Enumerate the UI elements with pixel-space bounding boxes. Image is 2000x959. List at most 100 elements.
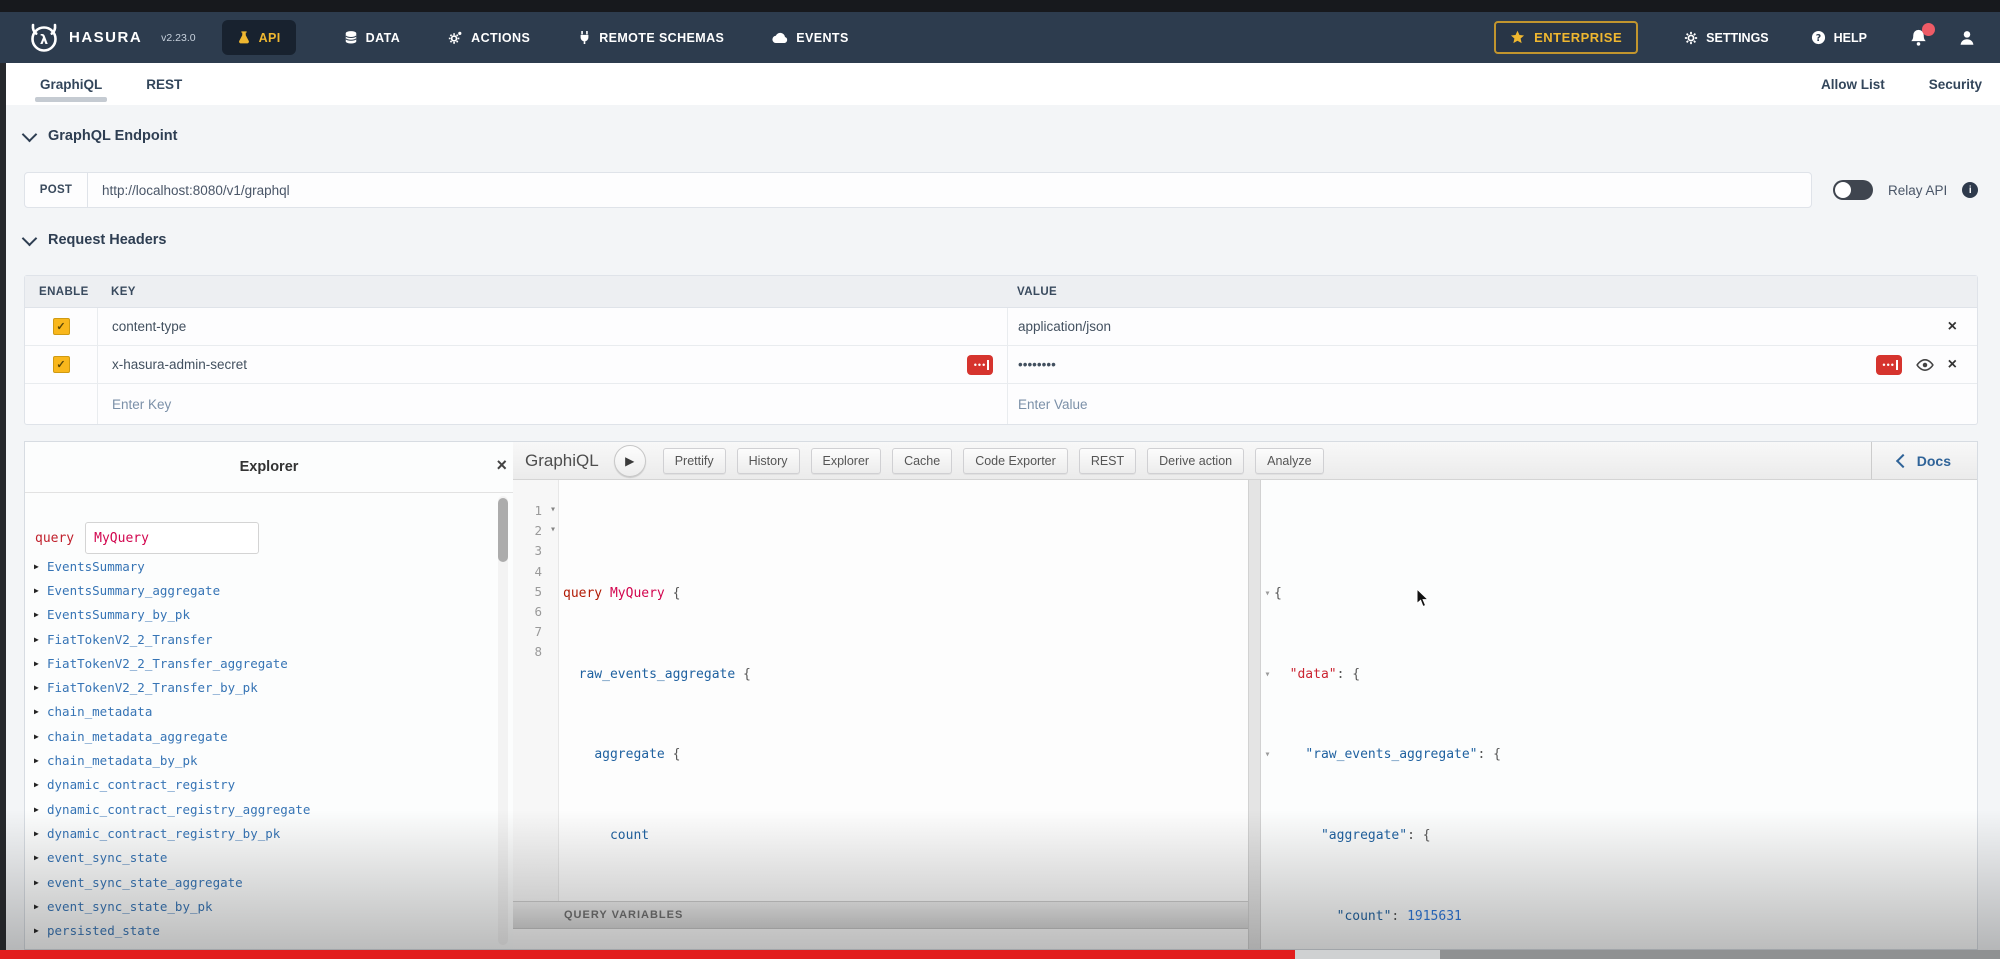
key-cell[interactable]: content-type	[97, 308, 1007, 345]
triangle-right-icon[interactable]: ▶	[34, 610, 42, 619]
api-tabbar: GraphiQL REST Allow List Security	[0, 63, 2000, 105]
remove-header-icon[interactable]: ×	[1948, 319, 1957, 335]
chevron-down-icon[interactable]	[22, 126, 38, 142]
settings-button[interactable]: SETTINGS	[1684, 31, 1769, 45]
info-icon[interactable]: i	[1962, 182, 1978, 198]
triangle-right-icon[interactable]: ▶	[34, 853, 42, 862]
nav-item-api[interactable]: API	[222, 20, 296, 55]
explorer-field-item[interactable]: ▶ event_sync_state_by_pk	[34, 894, 487, 918]
tab-allow-list[interactable]: Allow List	[1821, 64, 1885, 105]
graphiql-panel: Explorer × query ▶ EventsSummary ▶ Event…	[24, 441, 1978, 950]
triangle-right-icon[interactable]: ▶	[34, 562, 42, 571]
header-enable-checkbox[interactable]: ✓	[53, 356, 70, 373]
toolbar-button[interactable]: Analyze	[1255, 448, 1323, 474]
value-cell[interactable]: application/json ×	[1007, 308, 1977, 345]
remove-header-icon[interactable]: ×	[1948, 357, 1957, 373]
triangle-right-icon[interactable]: ▶	[34, 780, 42, 789]
query-name-input[interactable]	[85, 522, 259, 554]
triangle-right-icon[interactable]: ▶	[34, 926, 42, 935]
explorer-field-item[interactable]: ▶ EventsSummary_by_pk	[34, 603, 487, 627]
nav-item-events[interactable]: EVENTS	[772, 31, 848, 45]
user-menu-button[interactable]	[1958, 29, 1976, 47]
nav-item-actions[interactable]: ACTIONS	[448, 30, 530, 45]
explorer-field-item[interactable]: ▶ persisted_state	[34, 918, 487, 942]
code-line: aggregate {	[563, 745, 1248, 765]
chevron-down-icon[interactable]	[22, 230, 38, 246]
query-code[interactable]: query MyQuery { raw_events_aggregate { a…	[559, 480, 1248, 901]
enter-value-placeholder[interactable]: Enter Value	[1007, 384, 1977, 424]
endpoint-url-input[interactable]	[88, 173, 1811, 207]
explorer-scrollbar-track[interactable]	[498, 496, 508, 945]
video-top-strip	[0, 0, 2000, 12]
explorer-field-item[interactable]: ▶ chain_metadata	[34, 700, 487, 724]
triangle-right-icon[interactable]: ▶	[34, 659, 42, 668]
relay-api-toggle[interactable]	[1833, 180, 1873, 200]
toolbar-button[interactable]: Cache	[892, 448, 952, 474]
video-progress-bar[interactable]	[0, 950, 2000, 959]
triangle-right-icon[interactable]: ▶	[34, 635, 42, 644]
explorer-field-item[interactable]: ▶ chain_metadata_aggregate	[34, 724, 487, 748]
explorer-field-item[interactable]: ▶ persisted_state_aggregate	[34, 943, 487, 950]
fold-arrow-icon[interactable]: ▾	[550, 504, 556, 515]
explorer-field-item[interactable]: ▶ EventsSummary	[34, 554, 487, 578]
tab-security[interactable]: Security	[1929, 64, 1982, 105]
triangle-right-icon[interactable]: ▶	[34, 707, 42, 716]
triangle-right-icon[interactable]: ▶	[34, 732, 42, 741]
fold-arrow-icon[interactable]: ▾	[550, 524, 556, 535]
toolbar-button[interactable]: Prettify	[663, 448, 726, 474]
query-variables-bar[interactable]: QUERY VARIABLES	[513, 901, 1248, 929]
docs-button[interactable]: Docs	[1871, 442, 1977, 479]
toolbar-button[interactable]: Code Exporter	[963, 448, 1068, 474]
triangle-right-icon[interactable]: ▶	[34, 902, 42, 911]
explorer-field-item[interactable]: ▶ dynamic_contract_registry_aggregate	[34, 797, 487, 821]
response-pane[interactable]: ▾{ ▾ "data": { ▾ "raw_events_aggregate":…	[1261, 480, 1977, 949]
close-icon[interactable]: ×	[496, 456, 507, 474]
fold-arrow-icon[interactable]: ▾	[1264, 588, 1270, 599]
notifications-button[interactable]	[1909, 28, 1928, 47]
settings-label: SETTINGS	[1706, 31, 1769, 45]
toolbar-button[interactable]: REST	[1079, 448, 1136, 474]
eye-icon[interactable]	[1916, 358, 1934, 372]
key-cell[interactable]: x-hasura-admin-secret •••	[97, 346, 1007, 383]
password-manager-icon[interactable]: •••	[1876, 355, 1902, 375]
tab-rest[interactable]: REST	[146, 64, 182, 105]
hasura-logo[interactable]: λ HASURA v2.23.0	[28, 22, 196, 54]
toolbar-button[interactable]: Derive action	[1147, 448, 1244, 474]
triangle-right-icon[interactable]: ▶	[34, 586, 42, 595]
enable-cell	[25, 384, 97, 424]
toolbar-button[interactable]: Explorer	[811, 448, 882, 474]
explorer-field-item[interactable]: ▶ dynamic_contract_registry_by_pk	[34, 821, 487, 845]
explorer-field-item[interactable]: ▶ event_sync_state	[34, 846, 487, 870]
explorer-field-item[interactable]: ▶ FiatTokenV2_2_Transfer_by_pk	[34, 675, 487, 699]
explorer-title: Explorer	[240, 459, 299, 475]
fold-arrow-icon[interactable]: ▾	[1264, 669, 1270, 680]
fold-arrow-icon[interactable]: ▾	[1264, 749, 1270, 760]
pane-resize-handle[interactable]	[1248, 480, 1261, 949]
explorer-field-item[interactable]: ▶ event_sync_state_aggregate	[34, 870, 487, 894]
triangle-right-icon[interactable]: ▶	[34, 805, 42, 814]
triangle-right-icon[interactable]: ▶	[34, 683, 42, 692]
explorer-field-item[interactable]: ▶ chain_metadata_by_pk	[34, 748, 487, 772]
enter-key-placeholder[interactable]: Enter Key	[97, 384, 1007, 424]
explorer-field-item[interactable]: ▶ FiatTokenV2_2_Transfer_aggregate	[34, 651, 487, 675]
triangle-right-icon[interactable]: ▶	[34, 756, 42, 765]
nav-item-data[interactable]: DATA	[344, 30, 400, 45]
nav-item-remote-schemas[interactable]: REMOTE SCHEMAS	[578, 30, 724, 45]
enterprise-button[interactable]: ENTERPRISE	[1494, 21, 1638, 54]
triangle-right-icon[interactable]: ▶	[34, 829, 42, 838]
password-manager-icon[interactable]: •••	[967, 355, 993, 375]
query-editor[interactable]: 1▾ 2▾ 3 4 5	[513, 480, 1248, 901]
toolbar-button[interactable]: History	[737, 448, 800, 474]
value-cell[interactable]: •••••••• ••• ×	[1007, 346, 1977, 383]
explorer-field-label: EventsSummary_by_pk	[47, 607, 190, 622]
explorer-field-item[interactable]: ▶ dynamic_contract_registry	[34, 773, 487, 797]
triangle-right-icon[interactable]: ▶	[34, 878, 42, 887]
explorer-scrollbar-thumb[interactable]	[498, 498, 508, 562]
brand-name: HASURA	[69, 29, 142, 46]
explorer-field-item[interactable]: ▶ EventsSummary_aggregate	[34, 578, 487, 602]
tab-graphiql[interactable]: GraphiQL	[40, 64, 102, 105]
execute-query-button[interactable]: ▶	[614, 445, 646, 477]
help-button[interactable]: ? HELP	[1811, 30, 1867, 45]
explorer-field-item[interactable]: ▶ FiatTokenV2_2_Transfer	[34, 627, 487, 651]
header-enable-checkbox[interactable]: ✓	[53, 318, 70, 335]
